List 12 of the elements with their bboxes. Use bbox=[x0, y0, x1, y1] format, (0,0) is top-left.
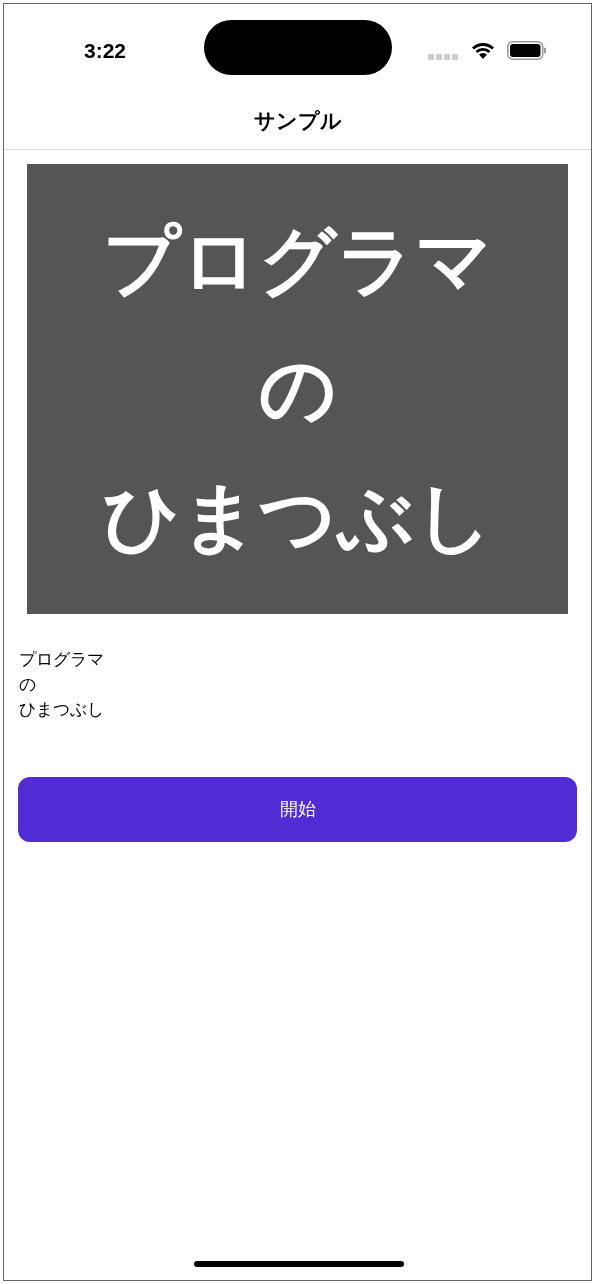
banner-text: ひまつぶし bbox=[102, 473, 493, 561]
label-text: の bbox=[19, 674, 36, 696]
start-button[interactable]: 開始 bbox=[18, 777, 577, 842]
label-text: ひまつぶし bbox=[19, 699, 104, 721]
battery-icon bbox=[507, 41, 547, 60]
banner-text: プログラマ bbox=[102, 217, 493, 305]
label-text: プログラマ bbox=[19, 649, 104, 671]
signal-icon bbox=[428, 54, 459, 60]
banner-text: の bbox=[258, 345, 337, 433]
wifi-icon bbox=[471, 40, 495, 59]
status-time: 3:22 bbox=[84, 38, 127, 64]
nav-title: サンプル bbox=[253, 107, 342, 134]
